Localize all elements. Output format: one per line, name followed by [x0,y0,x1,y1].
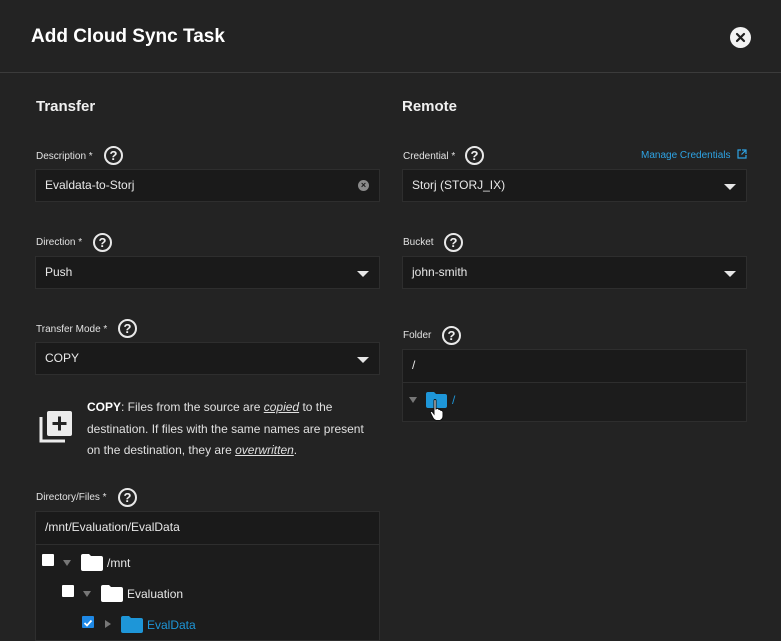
description-value: Evaldata-to-Storj [45,178,135,192]
folder-path-input[interactable]: / [403,350,746,383]
transfer-mode-description: COPY: Files from the source are copied t… [87,397,377,462]
mode-emphasis-2: overwritten [235,443,294,457]
check-icon [83,619,93,627]
tree-checkbox-checked[interactable] [82,616,94,628]
bucket-label: Bucket [403,237,434,248]
help-icon[interactable]: ? [118,488,137,507]
library-add-icon [39,411,72,443]
expand-icon[interactable] [63,560,71,566]
folder-path-value: / [412,358,416,372]
dialog-header: Add Cloud Sync Task [0,0,781,73]
expand-icon[interactable] [83,591,91,597]
help-icon[interactable]: ? [93,233,112,252]
bucket-select[interactable]: john-smith [402,256,747,289]
manage-credentials-link[interactable]: Manage Credentials [641,150,731,161]
directory-path-value: /mnt/Evaluation/EvalData [45,520,180,534]
mode-text-1: : Files from the source are [121,400,264,414]
remote-section-title: Remote [402,98,458,115]
folder-icon [81,554,103,571]
help-icon[interactable]: ? [118,319,137,338]
expand-icon[interactable] [105,620,111,628]
folder-tree: / / [402,349,747,422]
description-label: Description * [36,151,93,162]
mode-text-3: . [293,443,298,457]
tree-node-label[interactable]: Evaluation [127,587,183,601]
chevron-down-icon [724,271,736,277]
tree-node-label[interactable]: / [452,393,455,407]
chevron-down-icon [357,271,369,277]
help-icon[interactable]: ? [444,233,463,252]
close-icon [735,32,746,43]
mode-emphasis-1: copied [263,400,300,414]
directory-tree: /mnt/Evaluation/EvalData /mnt Evaluation… [35,511,380,641]
transfer-section-title: Transfer [36,98,96,115]
directory-path-input[interactable]: /mnt/Evaluation/EvalData [36,512,379,545]
tree-node-label[interactable]: /mnt [107,556,130,570]
tree-node-label[interactable]: EvalData [147,618,196,632]
credential-label: Credential * [403,151,456,162]
credential-value: Storj (STORJ_IX) [412,178,506,192]
chevron-down-icon [724,184,736,190]
clear-icon[interactable]: × [358,180,369,191]
direction-label: Direction * [36,237,83,248]
folder-icon [101,585,123,602]
external-link-icon[interactable] [737,149,747,159]
folder-label: Folder [403,330,432,341]
credential-select[interactable]: Storj (STORJ_IX) [402,169,747,202]
transfer-mode-select[interactable]: COPY [35,342,380,375]
help-icon[interactable]: ? [442,326,461,345]
tree-checkbox[interactable] [42,554,54,566]
directory-label: Directory/Files * [36,492,107,503]
close-button[interactable] [730,27,751,48]
transfer-mode-label: Transfer Mode * [36,324,108,335]
bucket-value: john-smith [412,265,468,279]
dialog-title: Add Cloud Sync Task [31,26,225,47]
help-icon[interactable]: ? [104,146,123,165]
mode-keyword: COPY [87,400,122,414]
direction-value: Push [45,265,73,279]
expand-icon[interactable] [409,397,417,403]
tree-checkbox[interactable] [62,585,74,597]
transfer-mode-value: COPY [45,351,80,365]
folder-icon [121,616,143,633]
pointer-hand-icon [429,399,444,421]
direction-select[interactable]: Push [35,256,380,289]
chevron-down-icon [357,357,369,363]
help-icon[interactable]: ? [465,146,484,165]
description-field[interactable]: Evaldata-to-Storj × [35,169,380,202]
